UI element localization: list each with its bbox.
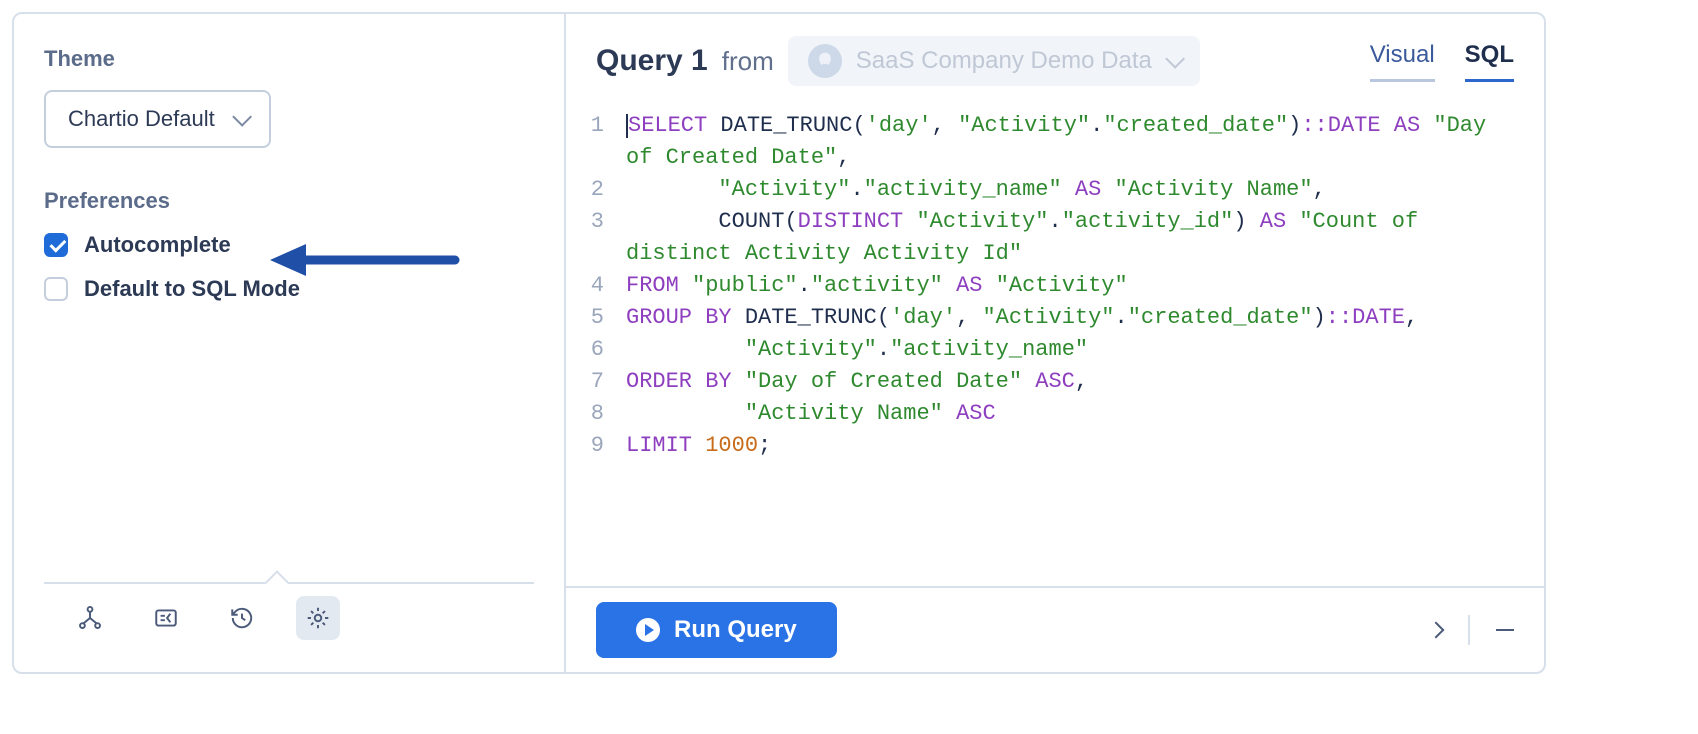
settings-content: Theme Chartio Default Preferences Autoco…: [44, 46, 534, 582]
postgres-icon: [808, 44, 842, 78]
settings-sidebar: Theme Chartio Default Preferences Autoco…: [14, 14, 566, 672]
sql-editor[interactable]: 123456789 SELECT DATE_TRUNC('day', "Acti…: [566, 86, 1544, 586]
tab-visual[interactable]: Visual: [1370, 41, 1435, 82]
default-sql-checkbox[interactable]: [44, 277, 68, 301]
data-source-select[interactable]: SaaS Company Demo Data: [788, 36, 1200, 86]
query-title: Query 1: [596, 44, 708, 78]
query-panel: Query 1 from SaaS Company Demo Data Visu…: [566, 14, 1544, 672]
default-sql-label: Default to SQL Mode: [84, 276, 300, 302]
from-label: from: [722, 46, 774, 77]
preferences-section: Preferences Autocomplete Default to SQL …: [44, 188, 534, 302]
mode-tabs: Visual SQL: [1370, 41, 1514, 82]
autocomplete-label: Autocomplete: [84, 232, 231, 258]
autocomplete-row[interactable]: Autocomplete: [44, 232, 534, 258]
tab-sql[interactable]: SQL: [1465, 41, 1514, 82]
footer-controls: [1430, 615, 1514, 645]
run-query-button[interactable]: Run Query: [596, 602, 837, 658]
default-sql-row[interactable]: Default to SQL Mode: [44, 276, 534, 302]
query-header: Query 1 from SaaS Company Demo Data Visu…: [566, 14, 1544, 86]
theme-select-value: Chartio Default: [68, 106, 215, 132]
run-query-label: Run Query: [674, 616, 797, 644]
chevron-right-icon[interactable]: [1428, 622, 1445, 639]
theme-select[interactable]: Chartio Default: [44, 90, 271, 148]
main-row: Theme Chartio Default Preferences Autoco…: [14, 14, 1544, 672]
history-icon[interactable]: [220, 596, 264, 640]
divider: [1468, 615, 1470, 645]
play-icon: [636, 618, 660, 642]
preferences-section-label: Preferences: [44, 188, 534, 214]
sql-code-area[interactable]: SELECT DATE_TRUNC('day', "Activity"."cre…: [626, 110, 1514, 576]
minus-icon[interactable]: [1496, 629, 1514, 631]
app-frame: Theme Chartio Default Preferences Autoco…: [12, 12, 1546, 674]
sidebar-footer: [44, 582, 534, 652]
chevron-down-icon: [232, 107, 252, 127]
schema-icon[interactable]: [68, 596, 112, 640]
autocomplete-checkbox[interactable]: [44, 233, 68, 257]
chevron-down-icon: [1165, 49, 1185, 69]
data-source-name: SaaS Company Demo Data: [856, 47, 1152, 75]
line-gutter: 123456789: [580, 110, 626, 576]
variables-icon[interactable]: [144, 596, 188, 640]
query-footer: Run Query: [566, 586, 1544, 672]
theme-section-label: Theme: [44, 46, 534, 72]
gear-icon[interactable]: [296, 596, 340, 640]
